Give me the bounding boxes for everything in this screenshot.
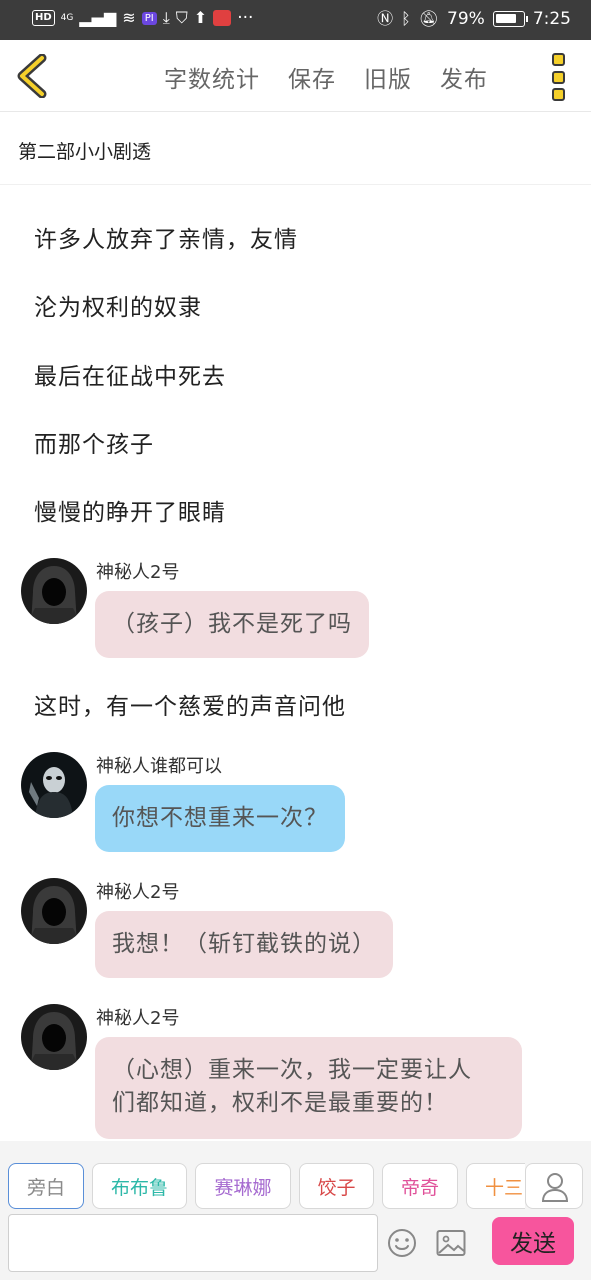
person-icon [541,1173,569,1202]
battery-percent: 79% [447,9,485,29]
hd-badge: HD [32,10,55,26]
character-chip-label: 十三 [485,1176,524,1199]
character-chip-label: 帝奇 [400,1176,439,1199]
narration-line[interactable]: 这时，有一个慈爱的声音问他 [34,687,346,721]
more-notifications: ··· [237,8,254,28]
hooded-figure-avatar[interactable] [21,878,87,944]
app-notification-icon: PI [141,11,157,25]
editor-toolbar: 字数统计 保存 旧版 发布 [0,40,591,112]
character-chip-label: 赛琳娜 [214,1176,272,1199]
app-icon [213,10,232,26]
character-chip-label: 饺子 [317,1176,356,1199]
status-bar: HD 4G ▂▄▆ ≋ PI ⤓ ⛉ ⬆ ··· Ⓝ ᛒ 🔕︎ 79% 7:25 [0,0,591,40]
chapter-title-field[interactable]: 第二部小小剧透 [0,113,591,185]
character-chip-narrator[interactable]: 旁白 [8,1163,84,1209]
character-chip-label: 旁白 [26,1176,65,1199]
send-button-label: 发送 [510,1231,556,1257]
emoji-button[interactable] [387,1228,417,1258]
menu-dot-icon [551,88,565,101]
word-count-button[interactable]: 字数统计 [164,60,260,94]
old-version-button[interactable]: 旧版 [364,60,412,94]
narration-line[interactable]: 而那个孩子 [34,425,154,459]
chapter-title: 第二部小小剧透 [18,141,152,163]
menu-dot-icon [551,70,565,84]
back-arrow-icon [17,53,47,99]
dialogue-bubble[interactable]: （心想）重来一次，我一定要让人 们都知道，权利不是最重要的！ [95,1037,522,1139]
signal-icon: ▂▄▆ [79,8,117,27]
image-button[interactable] [436,1229,466,1257]
more-menu-button[interactable] [549,53,567,101]
dialogue-line: 们都知道，权利不是最重要的！ [112,1090,448,1116]
back-button[interactable] [14,53,54,99]
mute-bell-icon: 🔕︎ [418,9,440,28]
menu-dot-icon [551,53,565,66]
publish-button[interactable]: 发布 [440,60,488,94]
image-icon [436,1230,466,1256]
upload-icon: ⬆ [193,8,208,27]
shield-icon: ⛉ [175,8,188,27]
character-chip-label: 布布鲁 [110,1176,168,1199]
dialogue-line: （心想）重来一次，我一定要让人 [112,1057,472,1083]
hooded-figure-avatar[interactable] [21,558,87,624]
masked-figure-avatar[interactable] [21,752,87,818]
character-name: 神秘人谁都可以 [96,756,222,777]
character-chip[interactable]: 饺子 [299,1163,374,1209]
character-chip[interactable]: 十三 [466,1163,525,1209]
download-icon: ⤓ [162,8,170,27]
character-name: 神秘人2号 [96,1008,180,1029]
narration-line[interactable]: 许多人放弃了亲情，友情 [34,220,298,254]
narration-line[interactable]: 沦为权利的奴隶 [34,288,202,322]
save-button[interactable]: 保存 [288,60,336,94]
narration-line[interactable]: 慢慢的睁开了眼睛 [34,493,226,527]
character-name: 神秘人2号 [96,882,180,903]
dialogue-bubble[interactable]: 你想不想重来一次？ [95,785,345,852]
wifi-icon: ≋ [122,8,136,27]
send-button[interactable]: 发送 [492,1217,574,1265]
character-chip[interactable]: 赛琳娜 [195,1163,291,1209]
emoji-icon [388,1229,416,1257]
message-input[interactable] [8,1214,378,1272]
character-chip[interactable]: 帝奇 [382,1163,458,1209]
nfc-icon: Ⓝ [377,9,394,28]
bluetooth-icon: ᛒ [401,9,411,28]
narration-line[interactable]: 最后在征战中死去 [34,357,226,391]
dialogue-bubble[interactable]: （孩子）我不是死了吗 [95,591,369,658]
character-selector: 旁白 布布鲁 赛琳娜 饺子 帝奇 十三 [0,1163,525,1211]
dialogue-bubble[interactable]: 我想！（斩钉截铁的说） [95,911,393,978]
character-name: 神秘人2号 [96,562,180,583]
battery-icon [492,11,528,27]
clock: 7:25 [532,9,571,29]
hooded-figure-avatar[interactable] [21,1004,87,1070]
character-chip[interactable]: 布布鲁 [92,1163,187,1209]
network-type: 4G [60,13,74,23]
bottom-editor-panel: 旁白 布布鲁 赛琳娜 饺子 帝奇 十三 发送 [0,1141,591,1280]
character-manage-button[interactable] [525,1163,583,1209]
